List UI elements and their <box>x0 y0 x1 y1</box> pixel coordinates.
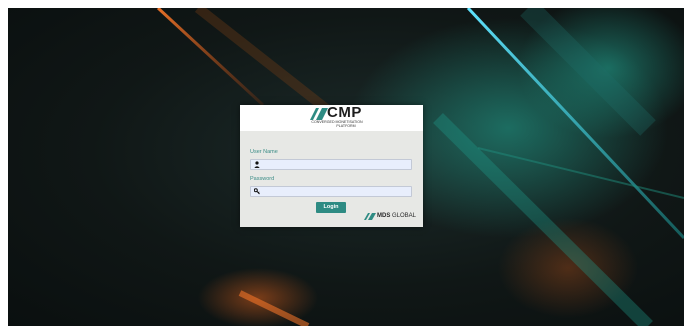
logo-subtitle-line2: PLATFORM <box>336 124 356 128</box>
username-field[interactable] <box>250 159 412 170</box>
login-button[interactable]: Login <box>316 202 346 213</box>
company-name-rest: GLOBAL <box>390 213 417 219</box>
company-name: MDS GLOBAL <box>377 212 416 221</box>
password-input[interactable] <box>263 187 408 196</box>
cmp-logo-icon <box>310 108 328 120</box>
user-icon <box>254 161 260 168</box>
logo-title: CMP <box>327 104 362 121</box>
password-label: Password <box>250 176 275 182</box>
username-label: User Name <box>250 149 278 155</box>
login-card: CMP CONVERGED MONETISATION PLATFORM User… <box>240 105 423 227</box>
mds-logo-icon <box>364 213 376 220</box>
username-input[interactable] <box>263 160 408 169</box>
card-header: CMP CONVERGED MONETISATION PLATFORM <box>240 105 423 131</box>
password-field[interactable] <box>250 186 412 197</box>
login-screen: CMP CONVERGED MONETISATION PLATFORM User… <box>8 8 684 326</box>
logo-subtitle: CONVERGED MONETISATION PLATFORM <box>307 120 367 128</box>
key-icon <box>254 188 260 195</box>
company-name-bold: MDS <box>377 213 391 219</box>
